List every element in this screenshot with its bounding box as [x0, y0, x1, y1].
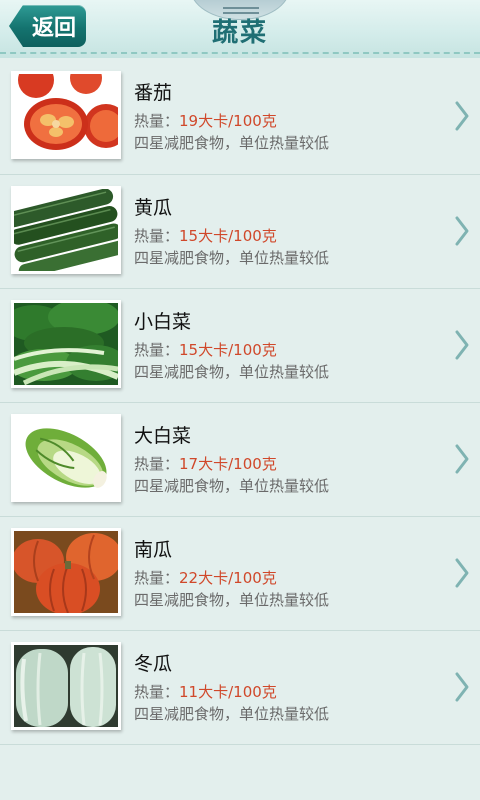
item-calories: 热量：11大卡/100克: [134, 681, 277, 702]
calorie-value: 15大卡/100克: [179, 227, 277, 245]
item-name: 小白菜: [134, 311, 192, 333]
item-calories: 热量：19大卡/100克: [134, 110, 277, 131]
list-item[interactable]: 番茄 热量：19大卡/100克 四星减肥食物，单位热量较低: [0, 60, 480, 175]
calorie-value: 22大卡/100克: [179, 569, 277, 587]
item-name: 冬瓜: [134, 653, 173, 675]
calorie-label: 热量：: [134, 341, 180, 359]
item-name: 黄瓜: [134, 197, 173, 219]
pumpkin-image: [11, 528, 121, 616]
calorie-value: 19大卡/100克: [179, 112, 277, 130]
chevron-right-icon: [455, 672, 469, 702]
item-calories: 热量：22大卡/100克: [134, 567, 277, 588]
calorie-label: 热量：: [134, 455, 180, 473]
calorie-label: 热量：: [134, 227, 180, 245]
calorie-label: 热量：: [134, 112, 180, 130]
cucumber-image: [11, 186, 121, 274]
calorie-label: 热量：: [134, 683, 180, 701]
item-name: 南瓜: [134, 539, 173, 561]
chevron-right-icon: [455, 330, 469, 360]
tomato-image: [11, 71, 121, 159]
item-calories: 热量：15大卡/100克: [134, 339, 277, 360]
calorie-value: 11大卡/100克: [179, 683, 277, 701]
list-item[interactable]: 大白菜 热量：17大卡/100克 四星减肥食物，单位热量较低: [0, 403, 480, 517]
item-description: 四星减肥食物，单位热量较低: [134, 134, 330, 152]
item-name: 番茄: [134, 82, 173, 104]
item-name: 大白菜: [134, 425, 192, 447]
vegetable-list: 番茄 热量：19大卡/100克 四星减肥食物，单位热量较低 黄瓜 热量：15大卡…: [0, 60, 480, 745]
header-divider: [0, 52, 480, 54]
calorie-label: 热量：: [134, 569, 180, 587]
chevron-right-icon: [455, 558, 469, 588]
chevron-right-icon: [455, 101, 469, 131]
chevron-right-icon: [455, 444, 469, 474]
item-calories: 热量：15大卡/100克: [134, 225, 277, 246]
list-item[interactable]: 黄瓜 热量：15大卡/100克 四星减肥食物，单位热量较低: [0, 175, 480, 289]
item-description: 四星减肥食物，单位热量较低: [134, 363, 330, 381]
item-calories: 热量：17大卡/100克: [134, 453, 277, 474]
list-item[interactable]: 冬瓜 热量：11大卡/100克 四星减肥食物，单位热量较低: [0, 631, 480, 745]
list-item[interactable]: 小白菜 热量：15大卡/100克 四星减肥食物，单位热量较低: [0, 289, 480, 403]
item-description: 四星减肥食物，单位热量较低: [134, 705, 330, 723]
napa-cabbage-image: [11, 414, 121, 502]
calorie-value: 15大卡/100克: [179, 341, 277, 359]
app-header: 蔬菜 返回: [0, 0, 480, 58]
item-description: 四星减肥食物，单位热量较低: [134, 591, 330, 609]
calorie-value: 17大卡/100克: [179, 455, 277, 473]
back-button[interactable]: 返回: [9, 5, 86, 47]
item-description: 四星减肥食物，单位热量较低: [134, 249, 330, 267]
winter-melon-image: [11, 642, 121, 730]
bok-choy-image: [11, 300, 121, 388]
list-item[interactable]: 南瓜 热量：22大卡/100克 四星减肥食物，单位热量较低: [0, 517, 480, 631]
item-description: 四星减肥食物，单位热量较低: [134, 477, 330, 495]
grip-line: [223, 7, 259, 9]
chevron-right-icon: [455, 216, 469, 246]
